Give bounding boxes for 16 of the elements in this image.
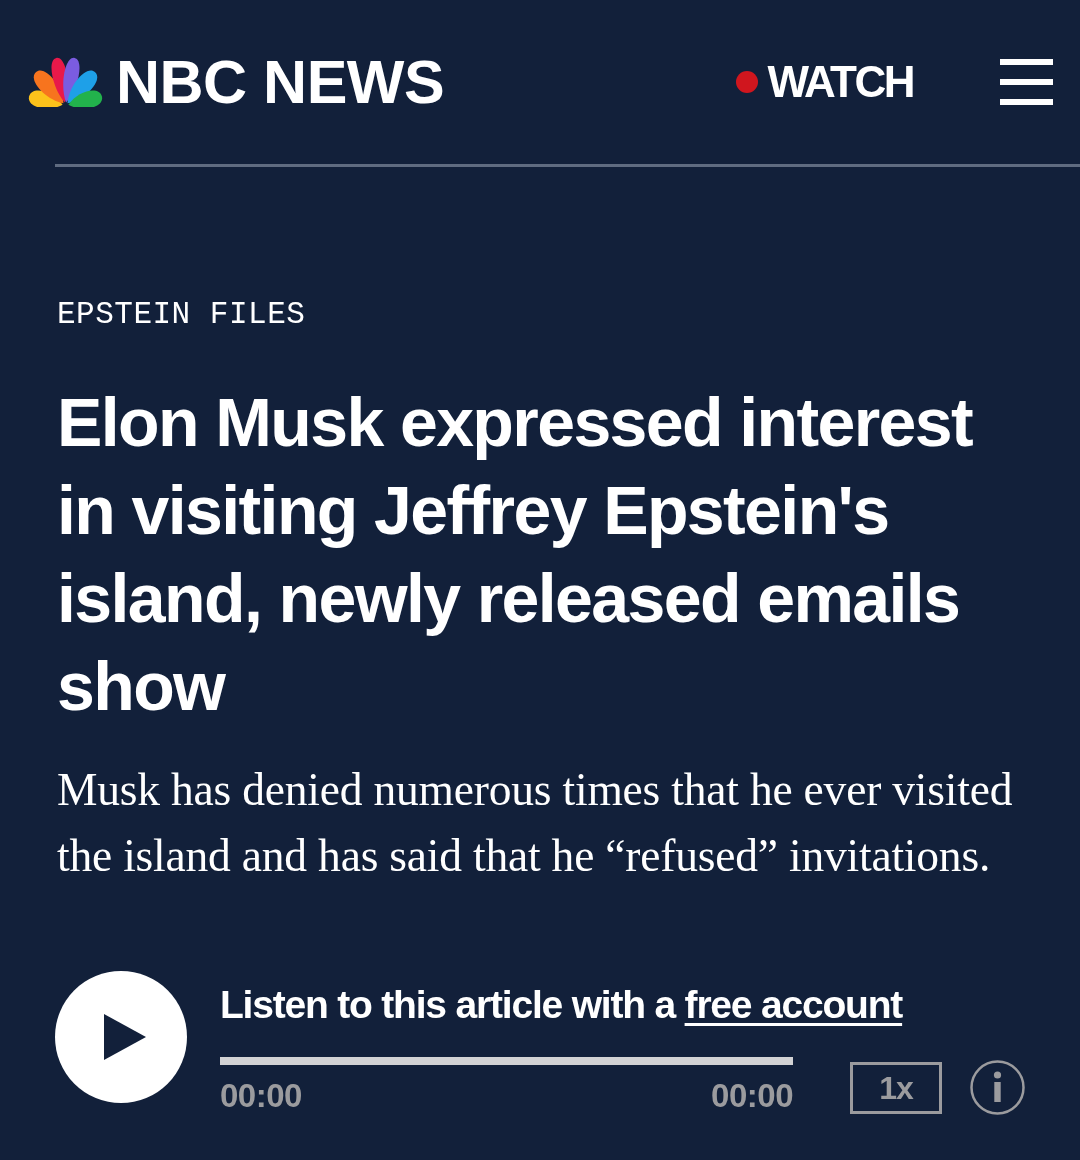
site-logo-text[interactable]: NBC NEWS: [116, 51, 445, 113]
playback-speed-button[interactable]: 1x: [850, 1062, 942, 1114]
listen-prompt: Listen to this article with a free account: [220, 983, 903, 1027]
elapsed-time: 00:00: [220, 1076, 302, 1116]
watch-link[interactable]: WATCH: [736, 60, 913, 104]
total-duration: 00:00: [711, 1076, 793, 1116]
category-label[interactable]: EPSTEIN FILES: [57, 295, 306, 335]
headline: Elon Musk expressed interest in visiting Jeffrey Epstein's island, newly released emails show: [57, 383, 974, 726]
live-dot-icon: [736, 71, 759, 93]
article-summary: Musk has denied numerous times that he ever visited the island and has said that he “refused” invitations.: [57, 763, 1014, 883]
peacock-logo-icon[interactable]: [28, 57, 103, 107]
play-icon: [104, 1014, 146, 1060]
progress-track[interactable]: [220, 1057, 793, 1065]
info-icon[interactable]: [970, 1060, 1025, 1115]
menu-icon[interactable]: [1000, 59, 1053, 105]
free-account-link[interactable]: free account: [684, 983, 903, 1026]
